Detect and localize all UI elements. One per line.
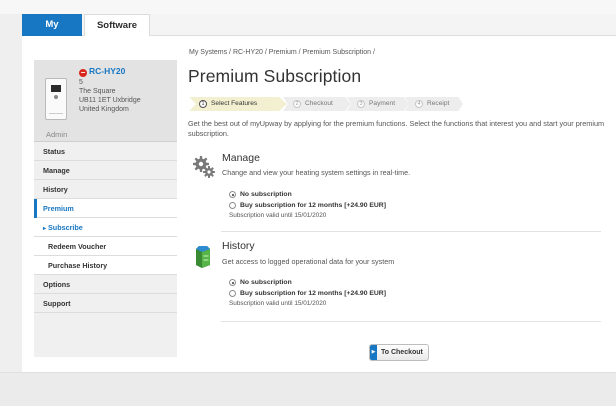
sidebar-item-premium[interactable]: Premium xyxy=(34,199,177,218)
step-label: Select Features xyxy=(211,100,258,107)
step-label: Receipt xyxy=(427,100,450,107)
active-marker xyxy=(34,199,37,218)
step-number: 4 xyxy=(415,100,423,108)
checkout-steps: 1 Select Features 2 Checkout 3 Payment 4… xyxy=(189,97,469,111)
step-number: 3 xyxy=(357,100,365,108)
sidebar-item-label: Premium xyxy=(43,204,74,213)
divider xyxy=(221,231,601,232)
radio-button[interactable] xyxy=(229,191,236,198)
device-address-1: The Square xyxy=(79,88,116,95)
page-content: − RC-HY20 5 The Square UB11 1ET Uxbridge … xyxy=(22,36,616,372)
page-title: Premium Subscription xyxy=(188,66,362,86)
feature-title-history: History xyxy=(222,240,255,252)
tab-software[interactable]: Software xyxy=(84,14,150,36)
step-number: 1 xyxy=(199,100,207,108)
history-icon xyxy=(196,246,210,268)
radio-button[interactable] xyxy=(229,202,236,209)
step-number: 2 xyxy=(293,100,301,108)
step-label: Payment xyxy=(369,100,396,107)
sidebar-item-subscribe[interactable]: ▸ Subscribe xyxy=(34,218,177,237)
to-checkout-label: To Checkout xyxy=(381,349,423,356)
sidebar-item-options[interactable]: Options xyxy=(34,275,177,294)
step-payment: 3 Payment xyxy=(347,97,409,111)
heat-pump-icon xyxy=(45,78,67,120)
alarm-icon: − xyxy=(79,68,87,77)
to-checkout-button[interactable]: ▶ To Checkout xyxy=(369,344,429,361)
device-title: − RC-HY20 xyxy=(79,66,125,77)
device-address-2: UB11 1ET Uxbridge xyxy=(79,97,141,104)
intro-text: Get the best out of myUpway by applying … xyxy=(188,119,605,138)
sidebar-item-history[interactable]: History xyxy=(34,180,177,199)
breadcrumb[interactable]: My Systems / RC-HY20 / Premium / Premium… xyxy=(189,49,375,56)
device-card[interactable]: − RC-HY20 5 The Square UB11 1ET Uxbridge … xyxy=(34,60,177,142)
browser-top-strip xyxy=(0,0,616,14)
feature-description-history: Get access to logged operational data fo… xyxy=(222,257,395,266)
sidebar-item-label: Subscribe xyxy=(48,223,83,232)
device-country: United Kingdom xyxy=(79,106,129,113)
sidebar-item-manage[interactable]: Manage xyxy=(34,161,177,180)
option-label: Buy subscription for 12 months [+24.90 E… xyxy=(240,290,386,297)
step-checkout: 2 Checkout xyxy=(283,97,351,111)
feature-description-manage: Change and view your heating system sett… xyxy=(222,168,411,177)
option-label: Buy subscription for 12 months [+24.90 E… xyxy=(240,202,386,209)
user-role: Admin xyxy=(46,130,68,139)
device-number: 5 xyxy=(79,79,83,86)
page-footer xyxy=(0,372,616,406)
arrow-right-icon: ▶ xyxy=(370,345,377,360)
sidebar-item-purchase-history[interactable]: Purchase History xyxy=(34,256,177,275)
radio-button[interactable] xyxy=(229,290,236,297)
manage-valid-until: Subscription valid until 15/01/2020 xyxy=(229,212,327,219)
gears-icon xyxy=(193,156,215,178)
step-receipt: 4 Receipt xyxy=(405,97,463,111)
option-label: No subscription xyxy=(240,191,292,198)
step-label: Checkout xyxy=(305,100,333,107)
caret-right-icon: ▸ xyxy=(43,226,47,232)
step-select-features: 1 Select Features xyxy=(189,97,287,111)
divider xyxy=(221,321,601,322)
sidebar-item-redeem-voucher[interactable]: Redeem Voucher xyxy=(34,237,177,256)
sidebar-item-support[interactable]: Support xyxy=(34,294,177,313)
feature-title-manage: Manage xyxy=(222,152,260,164)
sidebar-item-status[interactable]: Status xyxy=(34,142,177,161)
tab-my-systems[interactable]: My Systems xyxy=(22,14,82,52)
history-valid-until: Subscription valid until 15/01/2020 xyxy=(229,300,327,307)
main-tabs: My Systems Software xyxy=(22,14,616,52)
device-name: RC-HY20 xyxy=(89,66,126,76)
option-label: No subscription xyxy=(240,279,292,286)
radio-button[interactable] xyxy=(229,279,236,286)
sidebar: − RC-HY20 5 The Square UB11 1ET Uxbridge … xyxy=(34,60,177,357)
